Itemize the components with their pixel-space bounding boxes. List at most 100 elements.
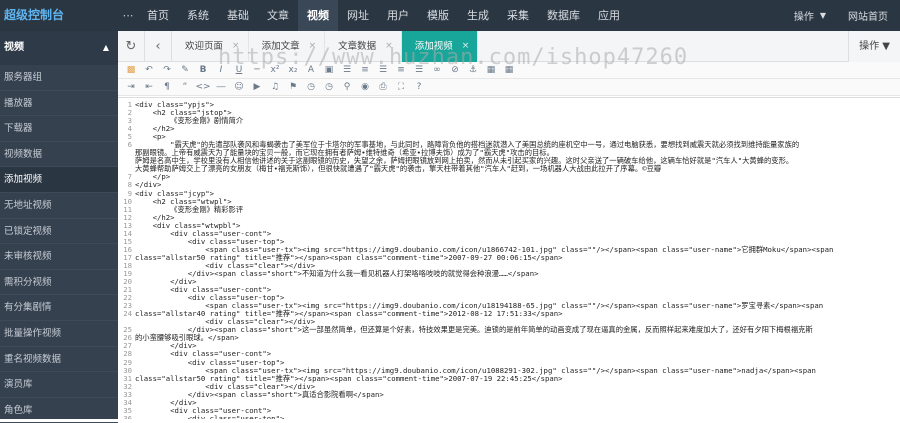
strike-icon[interactable]: ─ [248,65,266,75]
sidebar-item[interactable]: 角色库 [0,398,118,423]
hr-icon[interactable]: ― [212,82,230,92]
close-icon[interactable]: × [309,31,317,62]
map-icon[interactable]: ⚑ [284,82,302,92]
sidebar-item[interactable]: 重名视频数据 [0,347,118,373]
top-right-actions: 操作 ▼ 网站首页 [788,0,900,31]
paragraph-icon[interactable]: ¶ [158,82,176,92]
code-icon[interactable]: <> [194,82,212,92]
highlight-icon[interactable]: ▣ [320,65,338,75]
time-icon[interactable]: ◷ [320,82,338,92]
line-number: 24 [123,309,132,319]
menu-dots-icon[interactable]: ⋯ [118,9,138,22]
code-line: 36 <div class="user-top"> [118,413,900,419]
line-number [118,165,135,173]
nav-item[interactable]: 用户 [378,0,418,31]
nav-item[interactable]: 应用 [589,0,629,31]
collapse-triangle-icon[interactable]: ▲ [103,31,109,65]
preview-icon[interactable]: ◉ [356,82,374,92]
indent-icon[interactable]: ⇥ [122,82,140,92]
line-text: <div class="user-top"> [135,413,285,419]
sidebar-item[interactable]: 有分集剧情 [0,295,118,321]
italic-icon[interactable]: I [212,65,230,75]
refresh-icon[interactable]: ↻ [118,30,145,62]
sidebar-item[interactable]: 下载器 [0,116,118,142]
tab[interactable]: 添加视频 × [401,30,479,62]
underline-icon[interactable]: U [230,65,248,75]
print-icon[interactable]: ⎙ [374,82,392,92]
sidebar-section-header[interactable]: 视频 ▲ [0,31,118,65]
sidebar-item[interactable]: 添加视频 [0,167,118,193]
nav-item[interactable]: 系统 [178,0,218,31]
help-icon[interactable]: ? [410,82,428,92]
code-line: 大黄蜂帮助萨姆交上了漂亮的女朋友（梅甘•福克斯饰），但很快就遭遇了"霸天虎"的袭… [118,165,900,173]
outdent-icon[interactable]: ⇤ [140,82,158,92]
close-icon[interactable]: × [462,31,470,62]
code-lines: 1 <div class="ypjs"> 2 <h2 class="jstop"> 3… [118,98,900,419]
font-color-icon[interactable]: A [302,65,320,75]
code-line: 9 <div class="jcyp"> [118,189,900,198]
image-icon[interactable]: ▦ [482,65,500,75]
music-icon[interactable]: ♫ [266,82,284,92]
line-number: 3 [127,116,132,126]
sidebar-item[interactable]: 无地址视频 [0,193,118,219]
tab-operations-menu[interactable]: 操作 ▼ [848,31,900,62]
sidebar-item[interactable]: 未审核视频 [0,244,118,270]
format-icon[interactable]: ✎ [176,65,194,75]
nav-item[interactable]: 文章 [258,0,298,31]
emoji-icon[interactable]: ☺ [230,82,248,92]
list-ordered-icon[interactable]: ☰ [338,65,356,75]
html-source-icon[interactable]: ▩ [122,65,140,75]
caret-down-icon[interactable]: ▼ [820,11,826,20]
chevron-left-icon[interactable]: ‹ [145,30,172,62]
align-right-icon[interactable]: ☰ [410,65,428,75]
unlink-icon[interactable]: ⊘ [446,65,464,75]
sidebar-item[interactable]: 批量操作视频 [0,321,118,347]
nav-item[interactable]: 生成 [458,0,498,31]
redo-icon[interactable]: ↷ [158,65,176,75]
nav-item[interactable]: 视频 [298,0,338,31]
bold-icon[interactable]: B [194,65,212,75]
main-nav: 首页 系统 基础 文章 视频 网址 用户 模版 生成 采集 数据库 应用 [138,0,629,31]
operations-menu[interactable]: 操作 [788,8,820,23]
nav-item[interactable]: 首页 [138,0,178,31]
anchor-icon[interactable]: ⚓ [464,65,482,75]
sidebar-item[interactable]: 服务器组 [0,65,118,91]
sidebar-item[interactable]: 需积分视频 [0,270,118,296]
sidebar-item[interactable]: 播放器 [0,91,118,117]
undo-icon[interactable]: ↶ [140,65,158,75]
sidebar-item[interactable]: 视频数据 [0,142,118,168]
align-center-icon[interactable]: ≡ [392,65,410,75]
quote-icon[interactable]: “ [176,82,194,92]
date-icon[interactable]: ◷ [302,82,320,92]
close-icon[interactable]: × [385,31,393,62]
list-bullet-icon[interactable]: ≡ [356,65,374,75]
code-line: 19 </div><span class="short">不知道为什么我一看见机… [118,269,900,278]
line-number: 8 [127,180,132,190]
fullscreen-icon[interactable]: ⛶ [392,82,410,92]
search-replace-icon[interactable]: ⚲ [338,82,356,92]
tab-bar: ↻ ‹ 欢迎页面 × 添加文章 × 文章数据 × 添加视频 × 操作 ▼ https://ww… [118,30,900,70]
site-home-link[interactable]: 网站首页 [840,8,900,23]
subscript-icon[interactable]: x₂ [284,65,302,75]
tab[interactable]: 添加文章 × [249,30,326,62]
table-icon[interactable]: ▦ [500,65,518,75]
nav-item[interactable]: 网址 [338,0,378,31]
nav-item[interactable]: 基础 [218,0,258,31]
tab[interactable]: 文章数据 × [325,30,402,62]
brand-logo[interactable]: 超级控制台 [0,0,118,31]
line-number: 4 [127,124,132,134]
sidebar-item[interactable]: 演员库 [0,372,118,398]
main-area: ↻ ‹ 欢迎页面 × 添加文章 × 文章数据 × 添加视频 × 操作 ▼ https://ww… [118,30,900,419]
sidebar-item[interactable]: 已锁定视频 [0,219,118,245]
link-icon[interactable]: ∞ [428,65,446,75]
code-line: 33 </div><span class="short">真适合影院看啊</sp… [118,390,900,399]
video-icon[interactable]: ▶ [248,82,266,92]
superscript-icon[interactable]: x² [266,65,284,75]
tab[interactable]: 欢迎页面 × [172,30,249,62]
nav-item[interactable]: 采集 [498,0,538,31]
align-left-icon[interactable]: ☰ [374,65,392,75]
nav-item[interactable]: 模版 [418,0,458,31]
nav-item[interactable]: 数据库 [538,0,589,31]
close-icon[interactable]: × [232,31,240,62]
source-code-editor[interactable]: 1 <div class="ypjs"> 2 <h2 class="jstop"> 3… [118,97,900,419]
